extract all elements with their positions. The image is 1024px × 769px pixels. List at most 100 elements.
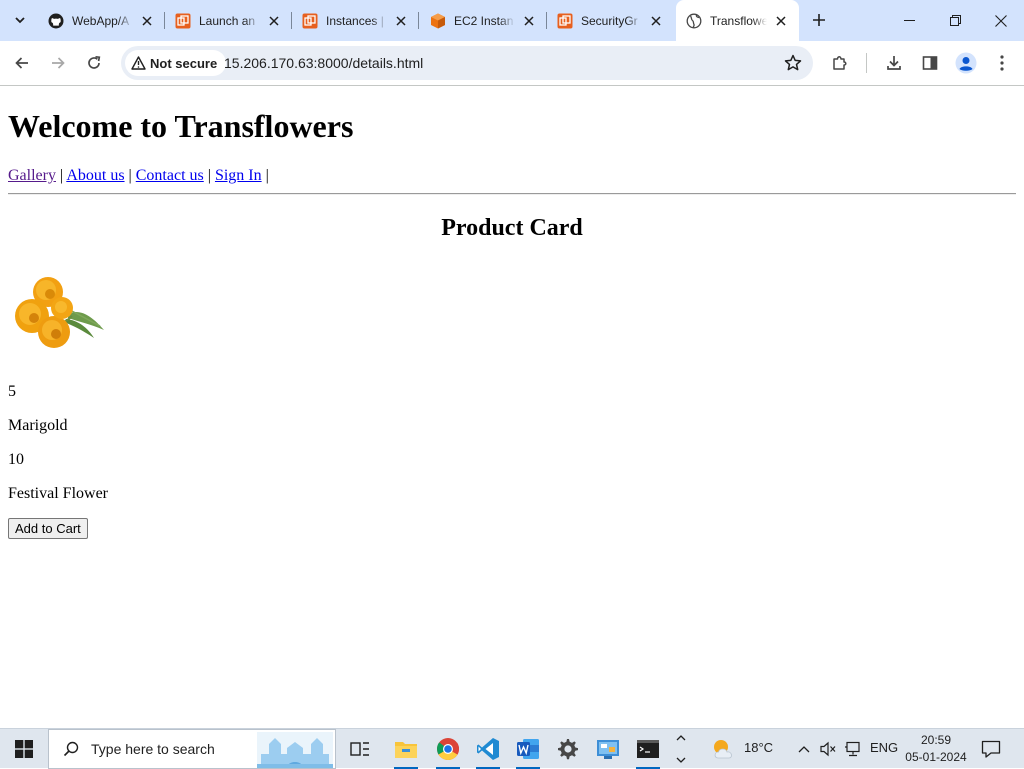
clock-date: 05-01-2024	[905, 750, 967, 764]
side-panel-button[interactable]	[916, 49, 944, 77]
nav-link-gallery[interactable]: Gallery	[8, 167, 56, 184]
nav-separator: |	[128, 167, 132, 184]
search-placeholder: Type here to search	[91, 741, 215, 757]
product-image	[8, 264, 108, 364]
tab-webapp[interactable]: WebApp/A	[38, 0, 165, 41]
nav-link-sign-in[interactable]: Sign In	[215, 167, 262, 184]
warning-icon	[131, 56, 146, 70]
product-id: 5	[8, 383, 16, 400]
tab-title: Launch an	[199, 13, 256, 28]
taskbar-clock[interactable]: 20:59 05-01-2024	[902, 732, 970, 766]
nav-separator: |	[207, 167, 211, 184]
taskbar-chrome[interactable]	[428, 729, 468, 769]
arrow-right-icon	[52, 57, 65, 69]
site-info-chip[interactable]: Not secure	[125, 50, 227, 76]
weather-widget[interactable]: 18°C	[706, 729, 786, 769]
taskbar-scroll-buttons[interactable]	[674, 731, 688, 767]
aws-console-icon	[302, 13, 318, 29]
divider	[8, 193, 1016, 195]
tab-title: SecurityGr	[581, 13, 638, 28]
puzzle-icon	[833, 56, 847, 70]
volume-button[interactable]	[818, 739, 838, 759]
globe-icon	[686, 13, 702, 29]
weather-temperature: 18°C	[744, 740, 774, 755]
chrome-icon	[437, 738, 460, 760]
word-icon	[517, 739, 539, 759]
forward-button[interactable]	[44, 49, 72, 77]
notifications-button[interactable]	[980, 739, 1002, 759]
tab-transflowers[interactable]: Transflowe	[676, 0, 799, 41]
nav-link-about-us[interactable]: About us	[66, 167, 124, 184]
terminal-icon	[637, 740, 659, 758]
windows-logo-icon	[15, 740, 33, 758]
tab-strip: WebApp/A Launch an Instances | EC2 Insta…	[0, 0, 1024, 41]
aws-console-icon	[175, 13, 191, 29]
site-nav: Gallery | About us | Contact us | Sign I…	[8, 167, 269, 185]
vscode-icon	[477, 738, 499, 760]
partly-cloudy-icon	[714, 740, 732, 759]
taskbar-search-box[interactable]: Type here to search	[48, 729, 336, 769]
close-icon[interactable]	[521, 13, 537, 29]
close-window-button[interactable]	[978, 0, 1024, 41]
tab-launch[interactable]: Launch an	[165, 0, 292, 41]
star-icon	[784, 54, 802, 71]
close-icon[interactable]	[139, 13, 155, 29]
reload-icon	[88, 55, 101, 69]
search-icon	[63, 741, 79, 757]
volume-muted-icon	[820, 741, 836, 757]
add-to-cart-button[interactable]: Add to Cart	[8, 518, 88, 539]
tab-security-group[interactable]: SecurityGr	[547, 0, 674, 41]
control-panel-icon	[597, 740, 619, 759]
task-view-button[interactable]	[340, 729, 380, 769]
windows-taskbar: Type here to search 18°C ENG 20:59 05-01…	[0, 728, 1024, 769]
network-button[interactable]	[843, 739, 863, 759]
close-icon[interactable]	[648, 13, 664, 29]
downloads-button[interactable]	[880, 49, 908, 77]
nav-separator: |	[59, 167, 64, 184]
menu-button[interactable]	[988, 49, 1016, 77]
tab-instances[interactable]: Instances |	[292, 0, 419, 41]
extensions-button[interactable]	[826, 49, 854, 77]
tab-search-button[interactable]	[8, 8, 32, 32]
tab-title: Instances |	[326, 13, 384, 28]
close-icon[interactable]	[773, 13, 789, 29]
folder-icon	[395, 742, 417, 758]
url-text[interactable]: 15.206.170.63:8000/details.html	[224, 55, 423, 71]
taskbar-terminal[interactable]	[628, 729, 668, 769]
nav-link-contact-us[interactable]: Contact us	[136, 167, 204, 184]
nav-separator: |	[265, 167, 269, 184]
close-icon[interactable]	[266, 13, 282, 29]
language-indicator[interactable]: ENG	[870, 740, 898, 755]
taskbar-control-panel[interactable]	[588, 729, 628, 769]
arrow-left-icon	[15, 57, 28, 69]
tab-title: Transflowe	[710, 13, 767, 28]
taskbar-word[interactable]	[508, 729, 548, 769]
restore-icon	[949, 15, 961, 26]
github-icon	[48, 13, 64, 29]
toolbar-separator	[866, 53, 867, 73]
taskbar-vscode[interactable]	[468, 729, 508, 769]
close-icon[interactable]	[393, 13, 409, 29]
page-content: Welcome to Transflowers Gallery | About …	[0, 87, 1024, 728]
new-tab-button[interactable]	[807, 8, 831, 32]
tab-ec2-instance[interactable]: EC2 Instan	[420, 0, 547, 41]
page-title: Welcome to Transflowers	[8, 108, 354, 144]
reload-button[interactable]	[80, 49, 108, 77]
bookmark-button[interactable]	[783, 53, 803, 73]
chevron-up-icon	[676, 735, 686, 741]
show-hidden-icons-button[interactable]	[794, 739, 814, 759]
close-icon	[995, 14, 1007, 27]
taskbar-file-explorer[interactable]	[386, 729, 426, 769]
profile-button[interactable]	[952, 49, 980, 77]
address-bar[interactable]: Not secure 15.206.170.63:8000/details.ht…	[121, 46, 813, 80]
product-name: Marigold	[8, 417, 68, 434]
notification-icon	[981, 740, 1001, 758]
minimize-button[interactable]	[886, 0, 932, 41]
taskbar-settings[interactable]	[548, 729, 588, 769]
restore-button[interactable]	[932, 0, 978, 41]
back-button[interactable]	[8, 49, 36, 77]
browser-toolbar: Not secure 15.206.170.63:8000/details.ht…	[0, 41, 1024, 86]
start-button[interactable]	[4, 729, 44, 769]
tab-title: EC2 Instan	[454, 13, 514, 28]
ec2-icon	[430, 13, 446, 29]
